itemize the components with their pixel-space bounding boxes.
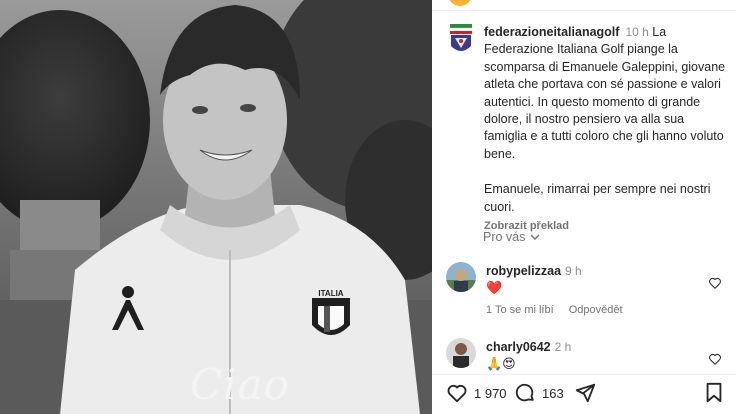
save-button[interactable] xyxy=(704,382,724,404)
comment-time: 9 h xyxy=(565,264,582,278)
post-username[interactable]: federazioneitalianagolf xyxy=(484,25,619,39)
fig-crest-icon[interactable] xyxy=(448,24,474,56)
comment-button[interactable]: 163 xyxy=(514,382,564,404)
share-button[interactable] xyxy=(574,382,596,404)
comment-time: 2 h xyxy=(554,340,572,354)
comment-likes[interactable]: 1 To se mi líbí xyxy=(486,304,554,316)
header-avatar[interactable] xyxy=(448,0,472,6)
heart-icon xyxy=(447,384,467,403)
post-time: 10 h xyxy=(625,25,649,39)
comments-count: 163 xyxy=(542,385,564,401)
heart-icon[interactable] xyxy=(708,276,722,290)
comment-text: ❤️ xyxy=(486,280,503,295)
comment-text: 🙏😍 xyxy=(486,356,516,371)
post-action-bar: 1 970 163 xyxy=(446,382,728,410)
chevron-down-icon xyxy=(530,234,540,240)
send-icon xyxy=(575,383,596,403)
divider xyxy=(432,10,736,11)
comment-bubble-icon xyxy=(515,383,534,402)
italia-badge xyxy=(312,298,350,335)
heart-icon[interactable] xyxy=(708,352,722,366)
avatar[interactable] xyxy=(446,262,476,292)
comment-username[interactable]: charly0642 xyxy=(486,340,551,354)
likes-count: 1 970 xyxy=(474,385,507,401)
post-text-p1: La Federazione Italiana Golf piange la s… xyxy=(484,25,726,161)
post-side-panel: federazioneitalianagolf 10 h La Federazio… xyxy=(432,0,736,414)
avatar[interactable] xyxy=(446,338,476,368)
photo-caption: Ciao xyxy=(190,360,290,409)
comment-username[interactable]: robypelizzaa xyxy=(486,264,561,278)
post-photo[interactable]: ITALIA Ciao xyxy=(0,0,432,414)
for-you-label: Pro vás xyxy=(483,230,526,244)
divider xyxy=(432,374,736,375)
like-button[interactable]: 1 970 xyxy=(446,382,507,404)
memorial-photo: ITALIA xyxy=(0,0,432,414)
reply-button[interactable]: Odpovědět xyxy=(569,304,623,316)
bookmark-icon xyxy=(706,382,722,403)
post-text-p2: Emanuele, rimarrai per sempre nei nostri… xyxy=(484,182,711,214)
badge-text: ITALIA xyxy=(318,289,343,298)
for-you-toggle[interactable]: Pro vás xyxy=(483,230,541,244)
